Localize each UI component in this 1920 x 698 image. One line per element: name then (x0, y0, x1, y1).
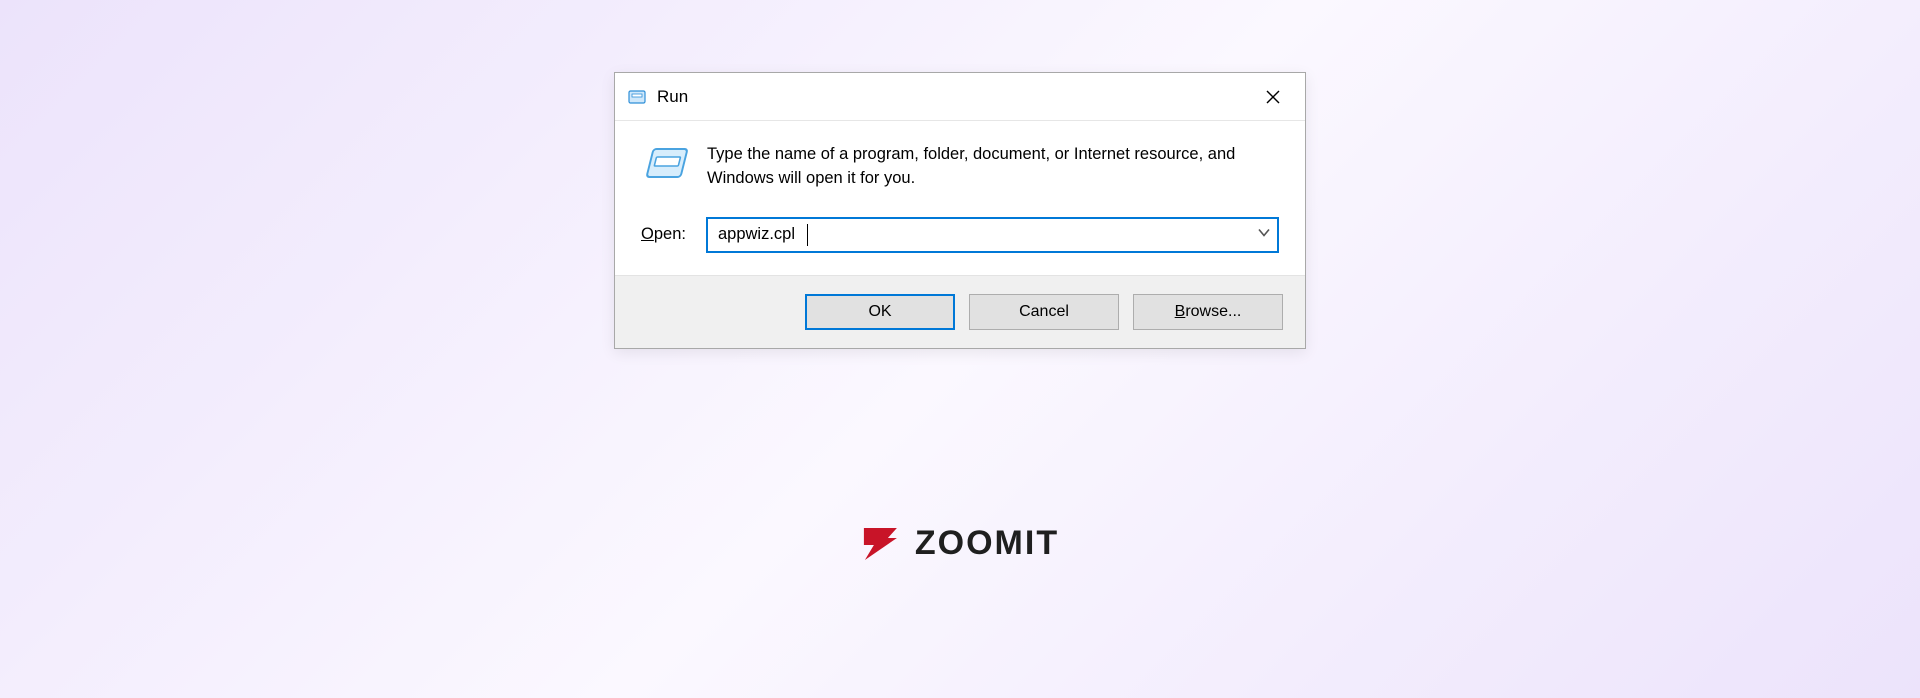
button-bar: OK Cancel Browse... (615, 275, 1305, 348)
run-dialog: Run Type the name of a program, folder, … (614, 72, 1306, 349)
close-icon (1266, 90, 1280, 104)
open-label: Open: (641, 225, 686, 244)
dialog-body: Type the name of a program, folder, docu… (615, 121, 1305, 209)
watermark: ZOOMIT (861, 524, 1059, 563)
watermark-text: ZOOMIT (915, 524, 1059, 563)
run-titlebar-icon (627, 87, 647, 107)
dialog-description: Type the name of a program, folder, docu… (707, 143, 1279, 191)
zoomit-logo-icon (861, 525, 901, 563)
dialog-title: Run (657, 87, 688, 107)
open-row: Open: (615, 209, 1305, 275)
cancel-button[interactable]: Cancel (969, 294, 1119, 330)
ok-button[interactable]: OK (805, 294, 955, 330)
open-combobox[interactable] (706, 217, 1279, 253)
text-caret (807, 224, 808, 246)
close-button[interactable] (1253, 81, 1293, 113)
open-input[interactable] (706, 217, 1279, 253)
run-program-icon (641, 143, 689, 191)
titlebar[interactable]: Run (615, 73, 1305, 121)
browse-button[interactable]: Browse... (1133, 294, 1283, 330)
